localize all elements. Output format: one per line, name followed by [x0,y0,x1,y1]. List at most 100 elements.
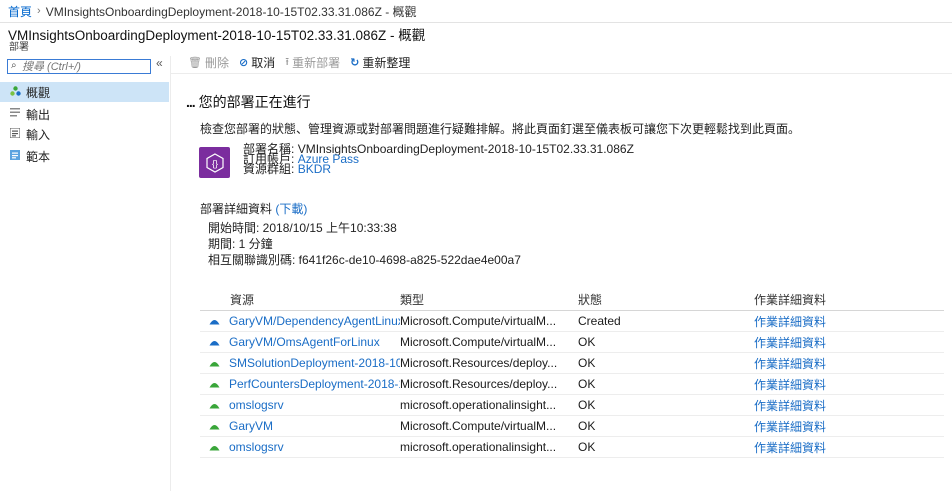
cancel-button[interactable]: ⊘ 取消 [239,54,275,71]
resource-link[interactable]: GaryVM/OmsAgentForLinux [229,335,380,349]
operation-details-link[interactable]: 作業詳細資料 [754,373,944,395]
type-cell: Microsoft.Compute/virtualM... [400,310,576,332]
resource-cell: SMSolutionDeployment-2018-10-15 [200,352,400,374]
sidebar-item-template[interactable]: 範本 [0,146,169,166]
page-title: VMInsightsOnboardingDeployment-2018-10-1… [8,28,426,43]
column-header-details: 作業詳細資料 [754,288,944,311]
resources-table: 資源 類型 狀態 作業詳細資料 GaryVM/DependencyAgentLi… [200,288,944,458]
download-link[interactable]: (下載) [275,202,307,216]
sidebar-item-label: 輸出 [26,107,51,122]
resource-link[interactable]: SMSolutionDeployment-2018-10-15 [229,356,400,370]
status-cell: OK [576,415,754,437]
toolbar: 🗑︎ 刪除 ⊘ 取消 ⭱ 重新部署 ↻ 重新整理 [188,53,420,72]
sidebar-item-outputs[interactable]: 輸出 [0,104,169,124]
duration: 期間: 1 分鐘 [208,237,273,251]
status-cell: Created [576,310,754,332]
type-cell: Microsoft.Compute/virtualM... [400,331,576,353]
correlation-id: 相互關聯識別碼: f641f26c-de10-4698-a825-522dae4… [208,253,521,267]
refresh-button[interactable]: ↻ 重新整理 [350,54,410,71]
table-row: GaryVM/DependencyAgentLinux Microsoft.Com… [200,310,944,332]
type-cell: Microsoft.Resources/deploy... [400,352,576,374]
toolbar-divider [171,73,952,74]
column-header-resource: 資源 [200,288,400,311]
status-cell: OK [576,436,754,458]
overview-icon [7,85,23,99]
cancel-icon: ⊘ [238,56,249,69]
delete-button[interactable]: 🗑︎ 刪除 [188,54,229,71]
status-cell: OK [576,373,754,395]
search-input[interactable] [22,60,147,73]
resource-link[interactable]: GaryVM [229,419,273,433]
search-box[interactable]: ⌕ [7,59,151,74]
resource-cell: omslogsrv [200,436,400,458]
refresh-icon: ↻ [350,56,360,69]
table-row: SMSolutionDeployment-2018-10-15Microsoft… [200,352,944,374]
trash-icon: 🗑︎ [188,56,202,69]
sidebar-item-label: 概觀 [26,85,51,100]
table-row: omslogsrv microsoft.operationalinsight...… [200,436,944,458]
details-label: 部署詳細資料 [200,202,273,216]
operation-details-link[interactable]: 作業詳細資料 [754,310,944,332]
resource-link[interactable]: GaryVM/DependencyAgentLinux [229,314,400,328]
type-cell: microsoft.operationalinsight... [400,436,576,458]
operation-details-link[interactable]: 作業詳細資料 [754,352,944,374]
resource-status-icon [209,404,220,409]
operation-details-link[interactable]: 作業詳細資料 [754,394,944,416]
table-row: GaryVM/OmsAgentForLinux Microsoft.Compute… [200,331,944,353]
table-header-row: 資源 類型 狀態 作業詳細資料 [200,288,944,311]
resource-cell: omslogsrv [200,394,400,416]
in-progress-icon: ... [186,94,196,110]
table-row: GaryVM Microsoft.Compute/virtualM... OK 作業詳… [200,415,944,437]
breadcrumb: 首頁 › VMInsightsOnboardingDeployment-2018… [0,0,952,23]
deployment-description: 檢查您部署的狀態、管理資源或對部署問題進行疑難排解。將此頁面釘選至儀表板可讓您下… [200,122,801,136]
breadcrumb-current: VMInsightsOnboardingDeployment-2018-10-1… [45,4,417,19]
sidebar-item-label: 範本 [26,149,51,164]
sidebar-item-overview[interactable]: 概觀 [0,82,169,102]
type-cell: microsoft.operationalinsight... [400,394,576,416]
status-cell: OK [576,331,754,353]
page-subtitle: 部署 [9,42,29,53]
status-cell: OK [576,394,754,416]
search-icon: ⌕ [11,60,17,71]
type-cell: Microsoft.Resources/deploy... [400,373,576,395]
status-cell: OK [576,352,754,374]
upload-icon: ⭱ [285,55,290,68]
operation-details-link[interactable]: 作業詳細資料 [754,436,944,458]
resource-group-link[interactable]: BKDR [298,162,331,176]
resource-link[interactable]: PerfCountersDeployment-2018-10-15 [229,377,400,391]
column-header-status: 狀態 [576,288,754,311]
resource-link[interactable]: omslogsrv [229,398,284,412]
deployment-info: 部署名稱: VMInsightsOnboardingDeployment-201… [243,143,634,176]
table-row: omslogsrv microsoft.operationalinsight...… [200,394,944,416]
resource-status-icon [209,320,220,325]
resource-cell: GaryVM/OmsAgentForLinux [200,331,400,353]
outputs-icon [7,108,23,120]
resource-status-icon [209,425,220,430]
template-icon [7,149,23,163]
chevron-right-icon: › [37,5,41,17]
table-row: PerfCountersDeployment-2018-10-15Microso… [200,373,944,395]
resource-status-icon [209,362,220,367]
resource-status-icon [209,383,220,388]
operation-details-link[interactable]: 作業詳細資料 [754,415,944,437]
svg-text:{}: {} [211,158,217,168]
resource-group-label: 資源群組: [243,162,295,176]
column-header-type: 類型 [400,288,576,311]
sidebar-item-label: 輸入 [26,127,51,142]
deployment-heading: ... 您的部署正在進行 [186,94,311,110]
resource-cell: GaryVM [200,415,400,437]
type-cell: Microsoft.Compute/virtualM... [400,415,576,437]
resource-status-icon [209,341,220,346]
deployment-icon: {} [199,147,230,178]
resource-cell: PerfCountersDeployment-2018-10-15 [200,373,400,395]
resource-link[interactable]: omslogsrv [229,440,284,454]
redeploy-button[interactable]: ⭱ 重新部署 [285,53,340,72]
resource-status-icon [209,446,220,451]
operation-details-link[interactable]: 作業詳細資料 [754,331,944,353]
collapse-sidebar-icon[interactable]: « [156,56,163,70]
start-time: 開始時間: 2018/10/15 上午10:33:38 [208,221,397,235]
inputs-icon [7,127,23,141]
resource-cell: GaryVM/DependencyAgentLinux [200,310,400,332]
sidebar-item-inputs[interactable]: 輸入 [0,124,169,144]
breadcrumb-home-link[interactable]: 首頁 [8,3,32,20]
